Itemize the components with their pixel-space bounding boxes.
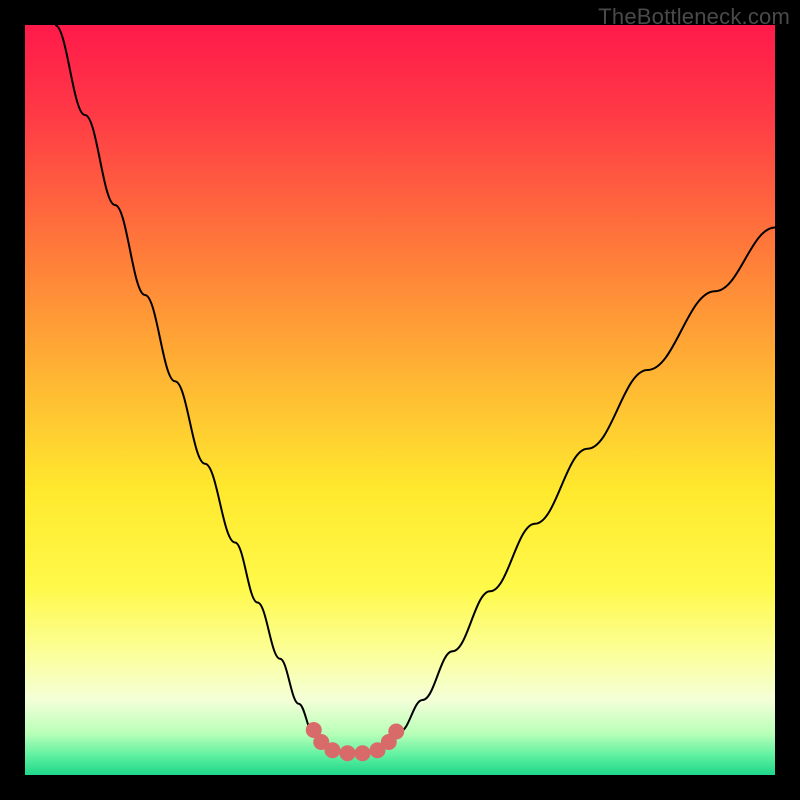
plot-area — [25, 25, 775, 775]
chart-frame: TheBottleneck.com — [0, 0, 800, 800]
valley-marker — [355, 745, 371, 761]
watermark-text: TheBottleneck.com — [598, 4, 790, 30]
valley-marker — [340, 745, 356, 761]
chart-svg — [25, 25, 775, 775]
gradient-background — [25, 25, 775, 775]
valley-marker — [388, 724, 404, 740]
valley-marker — [325, 742, 341, 758]
